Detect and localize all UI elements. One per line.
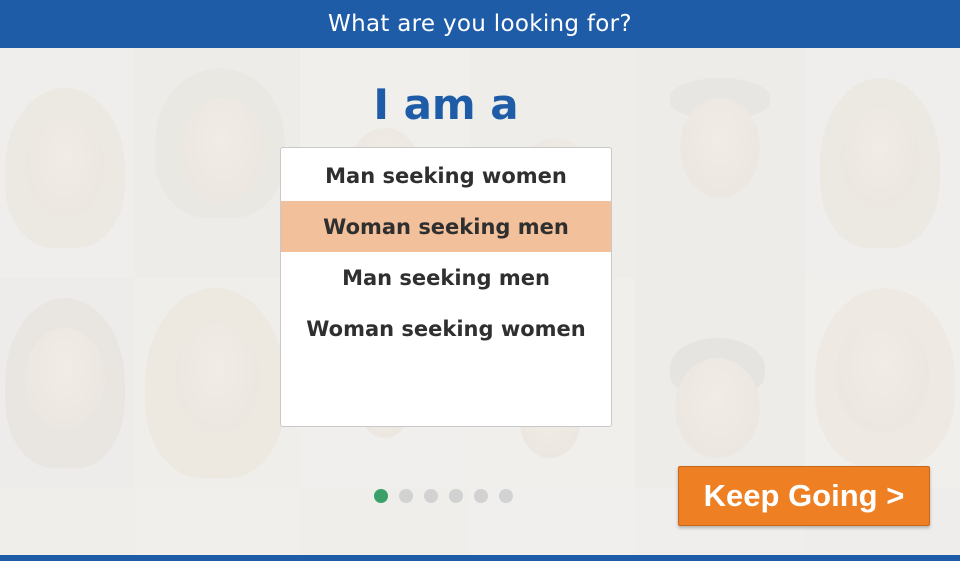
step-indicator — [374, 489, 513, 503]
option-man-seeking-men[interactable]: Man seeking men — [281, 252, 611, 303]
step-dot-2 — [399, 489, 413, 503]
seeking-options-list: Man seeking women Woman seeking men Man … — [280, 147, 612, 427]
option-woman-seeking-men[interactable]: Woman seeking men — [281, 201, 611, 252]
step-dot-4 — [449, 489, 463, 503]
footer-bar — [0, 555, 960, 561]
step-dot-3 — [424, 489, 438, 503]
step-dot-5 — [474, 489, 488, 503]
step-dot-1 — [374, 489, 388, 503]
header-bar: What are you looking for? — [0, 0, 960, 48]
header-title: What are you looking for? — [328, 11, 632, 37]
step-dot-6 — [499, 489, 513, 503]
option-man-seeking-women[interactable]: Man seeking women — [281, 150, 611, 201]
option-woman-seeking-women[interactable]: Woman seeking women — [281, 303, 611, 354]
keep-going-button[interactable]: Keep Going > — [678, 466, 930, 526]
page-heading: I am a — [373, 80, 519, 129]
